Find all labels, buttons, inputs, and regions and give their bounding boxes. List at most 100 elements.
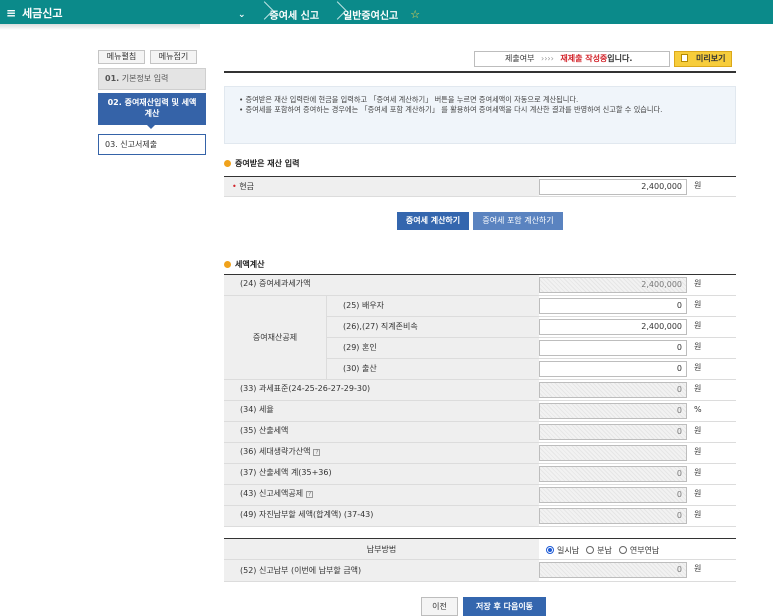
row-label: (24) 증여세과세가액 (224, 275, 539, 295)
payment-option-installment[interactable]: 분납 (586, 545, 612, 556)
collapse-menu-button[interactable]: 메뉴접기 (150, 50, 197, 64)
deduction-row-spouse: (25) 배우자 0 원 (326, 296, 736, 317)
help-icon[interactable]: ? (313, 449, 321, 456)
notice-line: • 증여세를 포함하여 증여하는 경우에는 「증여세 포함 계산하기」 를 활용… (239, 105, 663, 114)
tax-row-49: (49) 자진납부할 세액(합계액) (37-43) 0 원 (224, 506, 736, 527)
payment-method-label: 납부방법 (224, 539, 539, 559)
menu-title[interactable]: ≡ 세금신고 (6, 5, 63, 21)
step-submit[interactable]: 03. 신고서제출 (98, 134, 206, 155)
row-label: (33) 과세표준(24-25-26-27-29-30) (224, 380, 539, 400)
row-label: (43) 신고세액공제 (240, 489, 304, 498)
option-label: 연부연납 (629, 546, 660, 555)
chevron-down-icon[interactable]: ⌄ (238, 10, 246, 20)
deduction-input[interactable]: 2,400,000 (539, 319, 687, 335)
row-value: 0 (539, 487, 687, 503)
tax-row-34: (34) 세율 0 % (224, 401, 736, 422)
step-label: 증여재산입력 및 세액 (124, 98, 197, 107)
unit: % (694, 405, 702, 414)
star-icon[interactable]: ☆ (410, 8, 420, 21)
section-title-text: 세액계산 (235, 260, 265, 269)
unit: 원 (694, 363, 702, 372)
row-label: (26),(27) 직계존비속 (326, 317, 539, 337)
breadcrumb: ⌄ 증여세 신고 일반증여신고 ☆ (238, 5, 420, 24)
expand-menu-button[interactable]: 메뉴펼침 (98, 50, 145, 64)
step-basic-info[interactable]: 01. 기본정보 입력 (98, 68, 206, 90)
document-icon (681, 54, 688, 62)
breadcrumb-item-gift-tax[interactable]: 증여세 신고 (270, 7, 319, 22)
tax-row-52: (52) 신고납부 (이번에 납부할 금액) 0 원 (224, 560, 736, 582)
row-value: 0 (539, 562, 687, 578)
help-icon[interactable]: ? (306, 491, 314, 498)
row-label: (52) 신고납부 (이번에 납부할 금액) (224, 560, 539, 581)
prev-button[interactable]: 이전 (421, 597, 458, 616)
deduction-input[interactable]: 0 (539, 361, 687, 377)
step-number: 03. (105, 140, 118, 149)
row-value: 0 (539, 508, 687, 524)
radio-icon[interactable] (586, 546, 595, 554)
step-number: 02. (107, 98, 122, 107)
section-title-received: 증여받은 재산 입력 (224, 158, 299, 169)
calculate-gift-tax-button[interactable]: 증여세 계산하기 (397, 212, 469, 230)
unit: 원 (694, 447, 702, 456)
divider (224, 71, 736, 73)
breadcrumb-item-general-gift[interactable]: 일반증여신고 (343, 7, 398, 22)
breadcrumb-separator-icon (256, 0, 270, 24)
option-label: 분납 (597, 546, 612, 555)
deduction-group-label: 증여재산공제 (224, 296, 326, 380)
menu-title-text: 세금신고 (22, 7, 63, 20)
cash-input[interactable]: 2,400,000 (539, 179, 687, 195)
row-value: 0 (539, 403, 687, 419)
cash-row: • 현금 2,400,000 원 (224, 176, 736, 197)
deduction-input[interactable]: 0 (539, 298, 687, 314)
breadcrumb-separator-icon (329, 0, 343, 24)
step-asset-calc[interactable]: 02. 증여재산입력 및 세액 계산 (98, 93, 206, 125)
deduction-row-lineal: (26),(27) 직계존비속 2,400,000 원 (326, 317, 736, 338)
save-next-button[interactable]: 저장 후 다음이동 (463, 597, 546, 616)
payment-method-options: 일시납 분납 연부연납 (546, 545, 659, 556)
payment-option-lump[interactable]: 일시납 (546, 545, 579, 556)
row-label: (36) 세대생략가산액 (240, 447, 311, 456)
unit: 원 (694, 510, 702, 519)
unit: 원 (694, 321, 702, 330)
row-value: 0 (539, 382, 687, 398)
payment-option-annual[interactable]: 연부연납 (618, 545, 660, 556)
cash-label-text: 현금 (239, 182, 254, 191)
calculate-incl-tax-button[interactable]: 증여세 포함 계산하기 (473, 212, 563, 230)
status-suffix: 입니다. (607, 54, 633, 63)
submission-status: 제출여부 ›››› 재제출 작성중입니다. (474, 51, 670, 67)
unit: 원 (694, 300, 702, 309)
row-value (539, 445, 687, 461)
bullet-icon (224, 261, 231, 268)
section-title-tax: 세액계산 (224, 259, 264, 270)
cash-label: • 현금 (224, 177, 539, 196)
required-mark: • (232, 182, 237, 191)
row-label: (49) 자진납부할 세액(합계액) (37-43) (224, 506, 539, 526)
row-value: 0 (539, 424, 687, 440)
row-value: 0 (539, 466, 687, 482)
unit: 원 (694, 384, 702, 393)
tax-row-36: (36) 세대생략가산액? 원 (224, 443, 736, 464)
status-label: 제출여부 (505, 54, 535, 63)
radio-checked-icon[interactable] (546, 546, 554, 554)
step-label: 신고서제출 (120, 140, 158, 149)
hamburger-icon[interactable]: ≡ (6, 6, 16, 20)
preview-label: 미리보기 (696, 54, 726, 63)
preview-button[interactable]: 미리보기 (674, 51, 732, 67)
row-label: (25) 배우자 (326, 296, 539, 316)
section-title-text: 증여받은 재산 입력 (235, 159, 300, 168)
deduction-row-birth: (30) 출산 0 원 (326, 359, 736, 380)
row-label: (30) 출산 (326, 359, 539, 379)
unit: 원 (694, 426, 702, 435)
row-label: (29) 혼인 (326, 338, 539, 358)
radio-icon[interactable] (618, 546, 627, 554)
top-header: ≡ 세금신고 ⌄ 증여세 신고 일반증여신고 ☆ (0, 0, 773, 24)
header-shadow (0, 24, 200, 30)
unit: 원 (694, 342, 702, 351)
unit: 원 (694, 489, 702, 498)
status-value: 재제출 작성중 (560, 54, 608, 63)
tax-row-24: (24) 증여세과세가액 2,400,000 원 (224, 274, 736, 296)
row-label-wrap: (36) 세대생략가산액? (224, 443, 539, 463)
status-arrows: ›››› (541, 54, 554, 63)
deduction-input[interactable]: 0 (539, 340, 687, 356)
row-label-wrap: (43) 신고세액공제? (224, 485, 539, 505)
